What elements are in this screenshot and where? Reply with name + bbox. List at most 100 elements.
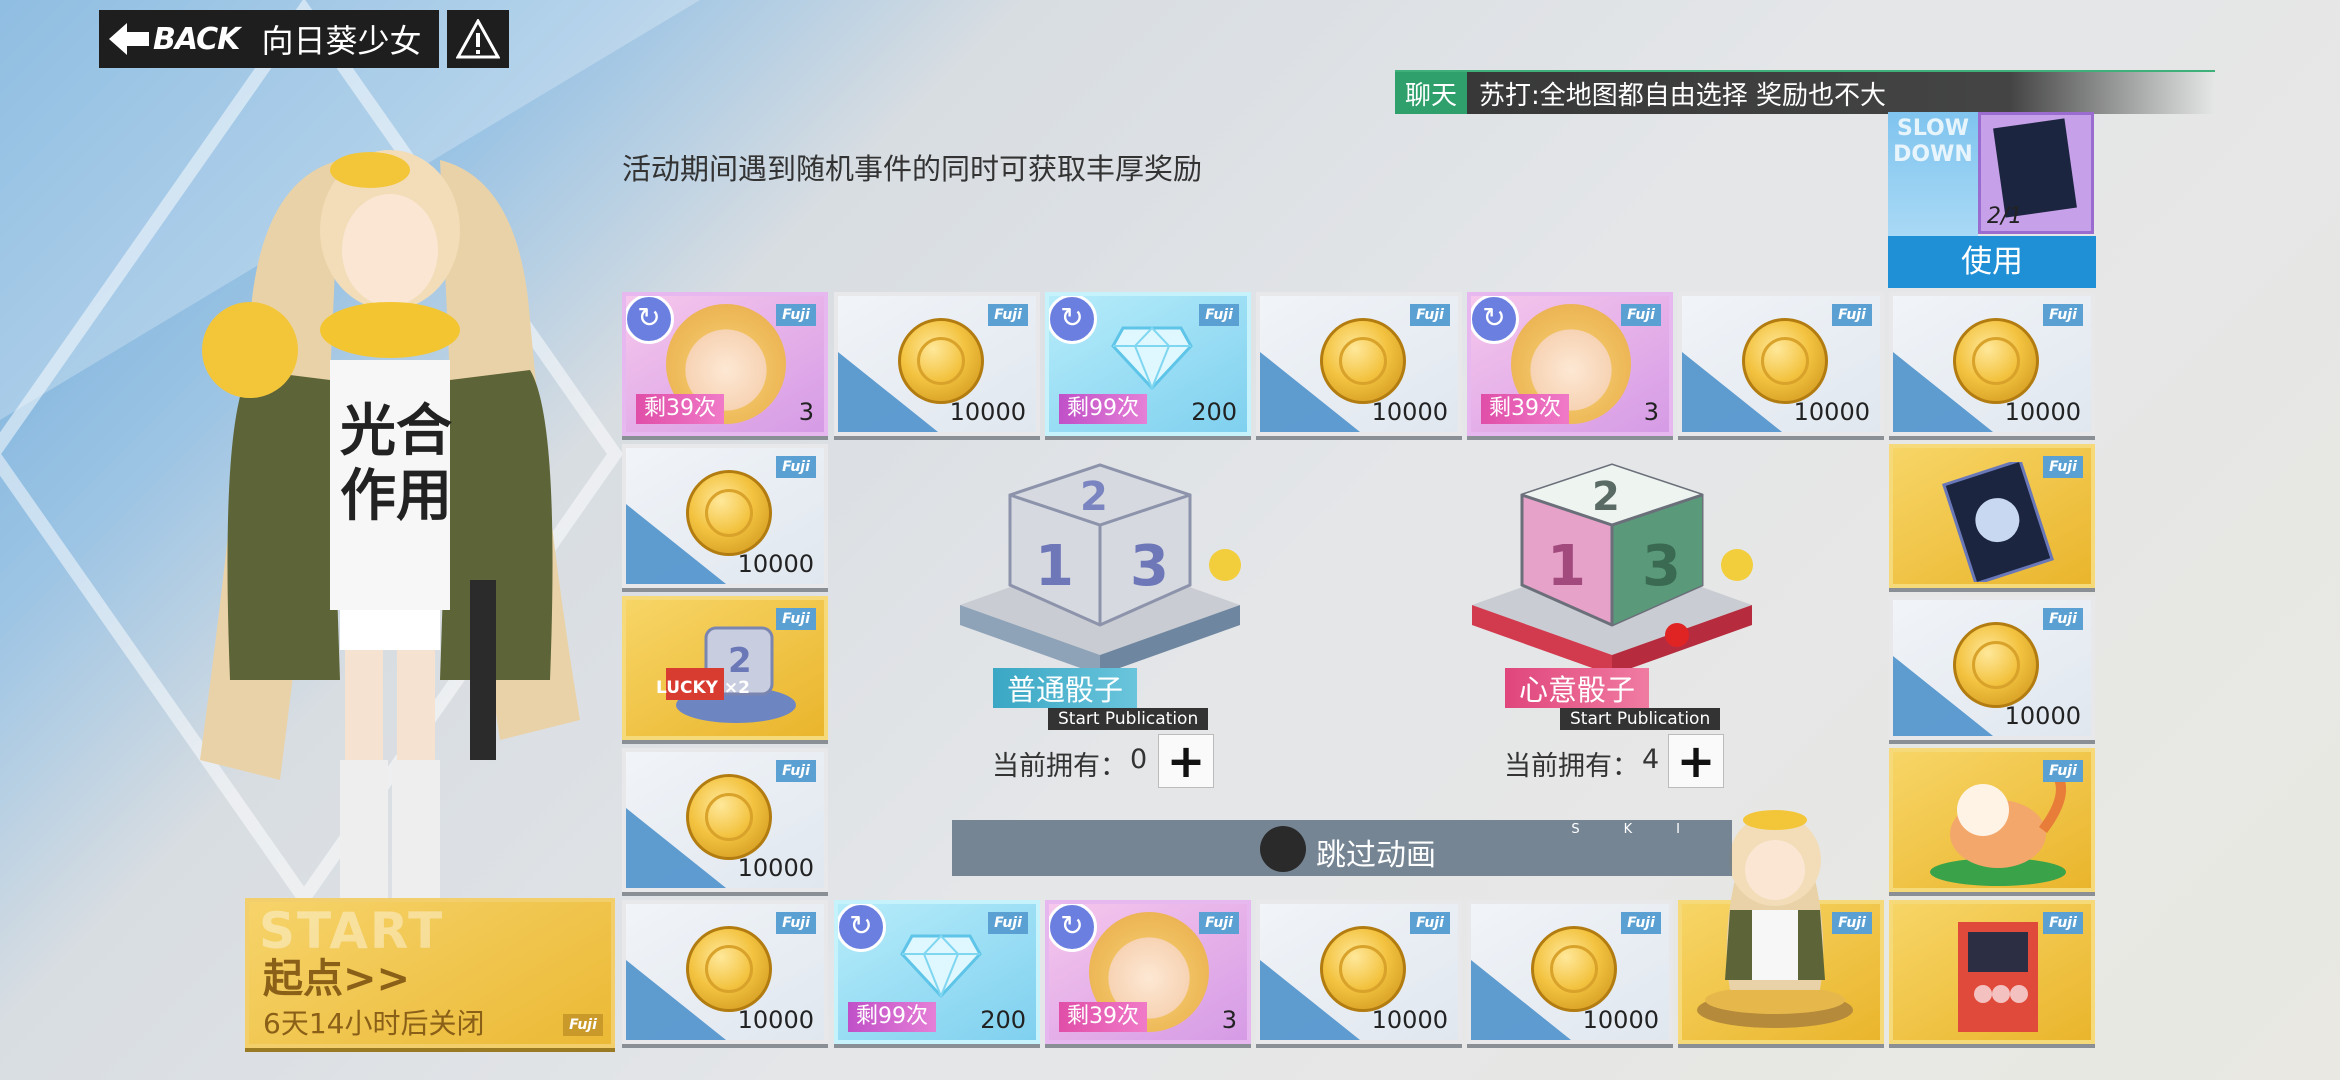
coin-icon [898,318,984,404]
skip-animation-label: 跳过动画 [1316,838,1436,873]
card-art-icon [1993,118,2077,218]
heart-dice-own-count: 4 [1642,744,1660,775]
add-heart-dice-button[interactable]: + [1668,734,1724,788]
refresh-icon: ↻ [1049,296,1097,344]
fuji-logo-icon: Fuji [1410,304,1450,326]
reward-amount: 10000 [737,1006,814,1034]
board-tile-bottom-1[interactable]: Fuji 10000 [622,900,828,1044]
board-tile-bottom-5[interactable]: Fuji 10000 [1467,900,1673,1044]
heart-dice-icon: 2 1 3 [1472,463,1753,675]
use-item-button[interactable]: 使用 [1888,236,2096,288]
svg-text:光合: 光合 [340,399,452,464]
fuji-logo-icon: Fuji [1410,912,1450,934]
heart-dice-label: 心意骰子 [1505,668,1650,708]
diamond-icon [1111,326,1193,390]
board-tile-lucky-dice[interactable]: 2 LUCKY ×2 Fuji [622,596,828,740]
board-tile-top-3[interactable]: ↻ Fuji 剩99次 200 [1045,292,1251,436]
svg-text:2: 2 [1592,474,1620,520]
diamond-icon [900,934,982,998]
board-tile-top-7[interactable]: Fuji 10000 [1889,292,2095,436]
heart-dice-own-label: 当前拥有： [1504,751,1639,782]
reward-amount: 3 [798,398,814,426]
board-tile-top-2[interactable]: Fuji 10000 [834,292,1040,436]
reward-amount: 10000 [737,550,814,578]
fuji-logo-icon: Fuji [1832,304,1872,326]
remain-count: 剩99次 [1059,394,1147,424]
coin-icon [1953,318,2039,404]
reward-amount: 10000 [949,398,1026,426]
slowdown-bg-text: SLOW DOWN [1888,112,1978,236]
fuji-logo-icon: Fuji [2043,912,2083,934]
heart-dice-sub: Start Publication [1560,708,1721,730]
refresh-icon: ↻ [1049,904,1097,952]
skip-animation-toggle[interactable]: 跳过动画 SKI [952,820,1732,876]
back-arrow-icon [109,23,149,55]
remain-count: 剩99次 [848,1002,936,1032]
fuji-logo-icon: Fuji [776,912,816,934]
fuji-logo-icon: Fuji [563,1014,603,1036]
board-tile-bottom-2[interactable]: ↻ Fuji 剩99次 200 [834,900,1040,1044]
board-tile-bottom-3[interactable]: ↻ Fuji 剩39次 3 [1045,900,1251,1044]
board-tile-cat[interactable]: Fuji [1889,748,2095,892]
chat-message: 苏打:全地图都自由选择 奖励也不大 [1479,80,1887,111]
svg-text:3: 3 [1642,534,1681,599]
item-card[interactable]: 2/1 [1978,112,2094,234]
reward-amount: 10000 [1371,398,1448,426]
start-label: 起点>> [263,956,411,1002]
coin-icon [1320,926,1406,1012]
board-tile-arcade[interactable]: Fuji [1889,900,2095,1044]
remain-count: 剩39次 [1481,394,1569,424]
start-tile[interactable]: START 起点>> 6天14小时后关闭 Fuji [245,898,615,1048]
reward-amount: 200 [980,1006,1026,1034]
item-count: 2/1 [1987,204,2023,229]
coin-icon [1953,622,2039,708]
chat-bar[interactable]: 聊天 苏打:全地图都自由选择 奖励也不大 [1395,70,2215,114]
coin-icon [1320,318,1406,404]
slowdown-card-icon [1941,462,2055,582]
reward-amount: 200 [1191,398,1237,426]
warning-button[interactable] [447,10,510,68]
svg-text:3: 3 [1130,534,1169,599]
normal-dice-icon: 2 1 3 [960,463,1241,675]
fuji-logo-icon: Fuji [988,304,1028,326]
normal-dice-own-label: 当前拥有： [992,751,1127,782]
reward-amount: 3 [1221,1006,1237,1034]
toggle-knob-icon [1260,826,1306,872]
normal-dice-sub: Start Publication [1048,708,1209,730]
back-button[interactable]: BACK 向日葵少女 [99,10,440,68]
svg-text:2: 2 [1080,474,1108,520]
svg-text:作用: 作用 [340,464,452,529]
chat-tag: 聊天 [1395,72,1468,114]
remain-count: 剩39次 [636,394,724,424]
fuji-logo-icon: Fuji [2043,456,2083,478]
add-normal-dice-button[interactable]: + [1158,734,1214,788]
board-tile-card[interactable]: Fuji [1889,444,2095,588]
warning-icon [456,19,501,59]
board-tile-top-5[interactable]: ↻ Fuji 剩39次 3 [1467,292,1673,436]
reward-amount: 10000 [737,854,814,882]
board-tile-bottom-4[interactable]: Fuji 10000 [1256,900,1462,1044]
reward-amount: 3 [1643,398,1659,426]
board-tile-top-6[interactable]: Fuji 10000 [1678,292,1884,436]
fuji-logo-icon: Fuji [1199,912,1239,934]
fuji-logo-icon: Fuji [776,760,816,782]
fuji-logo-icon: Fuji [988,912,1028,934]
character-illustration: 光合 作用 [200,150,580,900]
top-bar: BACK 向日葵少女 [99,10,510,68]
board-tile-top-1[interactable]: ↻ Fuji 剩39次 3 [622,292,828,436]
fuji-logo-icon: Fuji [776,608,816,630]
back-label: BACK [153,21,240,57]
fuji-logo-icon: Fuji [2043,608,2083,630]
svg-text:1: 1 [1547,534,1586,599]
remain-count: 剩39次 [1059,1002,1147,1032]
fuji-logo-icon: Fuji [2043,760,2083,782]
lucky-badge: LUCKY ×2 [656,678,750,698]
board-tile-right-2[interactable]: Fuji 10000 [1889,596,2095,740]
item-use-panel: SLOW DOWN 2/1 使用 [1888,112,2096,288]
board-tile-left-3[interactable]: Fuji 10000 [622,748,828,892]
normal-dice-label: 普通骰子 [993,668,1138,708]
board-tile-top-4[interactable]: Fuji 10000 [1256,292,1462,436]
coin-icon [1531,926,1617,1012]
board-tile-left-1[interactable]: Fuji 10000 [622,444,828,588]
fuji-logo-icon: Fuji [1621,304,1661,326]
